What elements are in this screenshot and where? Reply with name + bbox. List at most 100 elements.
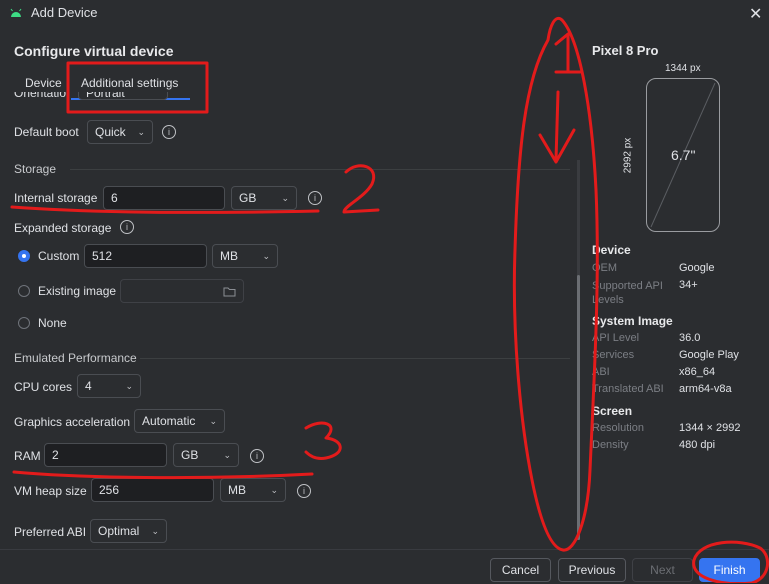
orientation-value: Portrait bbox=[86, 92, 125, 100]
spec-section-system-image: System Image bbox=[592, 314, 673, 328]
custom-size-unit-dropdown[interactable]: MB ⌄ bbox=[212, 244, 278, 268]
chevron-down-icon: ⌄ bbox=[151, 525, 159, 536]
existing-image-label[interactable]: Existing image bbox=[38, 284, 116, 298]
android-icon bbox=[10, 8, 22, 17]
spec-section-device: Device bbox=[592, 243, 631, 257]
chevron-down-icon: ⌄ bbox=[270, 484, 278, 495]
annotation-mark-1 bbox=[554, 32, 582, 74]
folder-icon[interactable] bbox=[223, 286, 236, 297]
info-icon[interactable]: i bbox=[162, 125, 176, 139]
spec-value: 1344 × 2992 bbox=[679, 422, 741, 434]
default-boot-dropdown[interactable]: Quick ⌄ bbox=[87, 120, 153, 144]
annotation-underline-ram bbox=[12, 470, 314, 480]
performance-section-title: Emulated Performance bbox=[14, 351, 137, 365]
internal-storage-unit-dropdown[interactable]: GB ⌄ bbox=[231, 186, 297, 210]
previous-button[interactable]: Previous bbox=[558, 558, 626, 582]
spec-value: 36.0 bbox=[679, 332, 701, 344]
spec-section-screen: Screen bbox=[592, 404, 633, 418]
divider bbox=[70, 169, 570, 170]
window-title: Add Device bbox=[31, 5, 98, 20]
device-name: Pixel 8 Pro bbox=[592, 43, 659, 58]
spec-key: Resolution bbox=[592, 422, 644, 434]
ram-value: 2 bbox=[52, 448, 59, 462]
graphics-acceleration-label: Graphics acceleration bbox=[14, 415, 131, 429]
custom-size-value: 512 bbox=[92, 249, 113, 263]
expanded-storage-label: Expanded storage bbox=[14, 221, 112, 235]
device-size-label: 6.7" bbox=[671, 147, 696, 163]
vm-heap-size-value: 256 bbox=[99, 483, 120, 497]
chevron-down-icon: ⌄ bbox=[137, 126, 145, 137]
device-outline: 6.7" bbox=[646, 78, 720, 232]
none-radio[interactable] bbox=[18, 317, 30, 329]
spec-key: Services bbox=[592, 349, 635, 361]
spec-value: arm64-v8a bbox=[679, 383, 732, 395]
spec-key: Translated ABI bbox=[592, 383, 664, 395]
custom-size-input[interactable]: 512 bbox=[84, 244, 207, 268]
chevron-down-icon: ⌄ bbox=[125, 380, 133, 391]
chevron-down-icon: ⌄ bbox=[262, 250, 270, 261]
preferred-abi-dropdown[interactable]: Optimal ⌄ bbox=[90, 519, 167, 543]
default-boot-value: Quick bbox=[95, 125, 126, 139]
custom-size-unit: MB bbox=[220, 249, 238, 263]
next-button[interactable]: Next bbox=[632, 558, 693, 582]
ram-unit: GB bbox=[181, 448, 199, 462]
chevron-down-icon: ⌄ bbox=[209, 415, 217, 426]
spec-key: API Level bbox=[592, 332, 640, 344]
info-icon[interactable]: i bbox=[250, 449, 264, 463]
close-icon[interactable]: ✕ bbox=[749, 4, 762, 24]
vm-heap-size-unit: MB bbox=[228, 483, 246, 497]
spec-value: Google Play bbox=[679, 349, 739, 361]
custom-radio[interactable] bbox=[18, 250, 30, 262]
existing-image-radio[interactable] bbox=[18, 285, 30, 297]
storage-section-title: Storage bbox=[14, 162, 57, 176]
existing-image-path-input[interactable] bbox=[120, 279, 244, 303]
info-icon[interactable]: i bbox=[308, 191, 322, 205]
cpu-cores-label: CPU cores bbox=[14, 380, 73, 394]
spec-value: 34+ bbox=[679, 279, 698, 291]
info-icon[interactable]: i bbox=[120, 220, 134, 234]
graphics-acceleration-value: Automatic bbox=[142, 414, 196, 428]
vm-heap-size-label: VM heap size bbox=[14, 484, 87, 498]
spec-key: OEM bbox=[592, 262, 618, 274]
device-height-label: 2992 px bbox=[622, 137, 634, 174]
vm-heap-size-input[interactable]: 256 bbox=[91, 478, 214, 502]
spec-key: Supported API Levels bbox=[592, 280, 663, 306]
orientation-row-clipped: Orientatio Portrait bbox=[0, 92, 570, 106]
internal-storage-unit: GB bbox=[239, 191, 257, 205]
annotation-mark-2 bbox=[342, 164, 380, 214]
annotation-mark-3 bbox=[304, 421, 342, 460]
finish-button[interactable]: Finish bbox=[699, 558, 760, 582]
none-radio-label[interactable]: None bbox=[38, 316, 67, 330]
scrollbar-thumb[interactable] bbox=[577, 275, 580, 540]
preferred-abi-label: Preferred ABI bbox=[14, 525, 87, 539]
ram-unit-dropdown[interactable]: GB ⌄ bbox=[173, 443, 239, 467]
internal-storage-value: 6 bbox=[111, 191, 118, 205]
spec-value: x86_64 bbox=[679, 366, 716, 378]
tab-additional-settings[interactable]: Additional settings bbox=[81, 76, 178, 90]
ram-input[interactable]: 2 bbox=[44, 443, 167, 467]
orientation-dropdown[interactable]: Portrait bbox=[78, 92, 168, 100]
device-width-label: 1344 px bbox=[665, 63, 701, 74]
internal-storage-input[interactable]: 6 bbox=[103, 186, 225, 210]
ram-label: RAM bbox=[14, 449, 41, 463]
graphics-acceleration-dropdown[interactable]: Automatic ⌄ bbox=[134, 409, 225, 433]
spec-value: 480 dpi bbox=[679, 439, 716, 451]
chevron-down-icon: ⌄ bbox=[281, 192, 289, 203]
default-boot-label: Default boot bbox=[14, 125, 79, 139]
title-bar: Add Device ✕ bbox=[0, 0, 769, 26]
divider bbox=[140, 358, 570, 359]
orientation-label: Orientatio bbox=[14, 92, 67, 100]
vm-heap-size-unit-dropdown[interactable]: MB ⌄ bbox=[220, 478, 286, 502]
spec-key: Density bbox=[592, 439, 629, 451]
internal-storage-label: Internal storage bbox=[14, 191, 98, 205]
cpu-cores-dropdown[interactable]: 4 ⌄ bbox=[77, 374, 141, 398]
custom-radio-label[interactable]: Custom bbox=[38, 249, 79, 263]
page-title: Configure virtual device bbox=[14, 43, 174, 59]
preferred-abi-value: Optimal bbox=[98, 524, 140, 538]
cpu-cores-value: 4 bbox=[85, 379, 92, 393]
spec-value: Google bbox=[679, 262, 715, 274]
info-icon[interactable]: i bbox=[297, 484, 311, 498]
cancel-button[interactable]: Cancel bbox=[490, 558, 551, 582]
chevron-down-icon: ⌄ bbox=[223, 449, 231, 460]
tab-device[interactable]: Device bbox=[25, 76, 62, 90]
